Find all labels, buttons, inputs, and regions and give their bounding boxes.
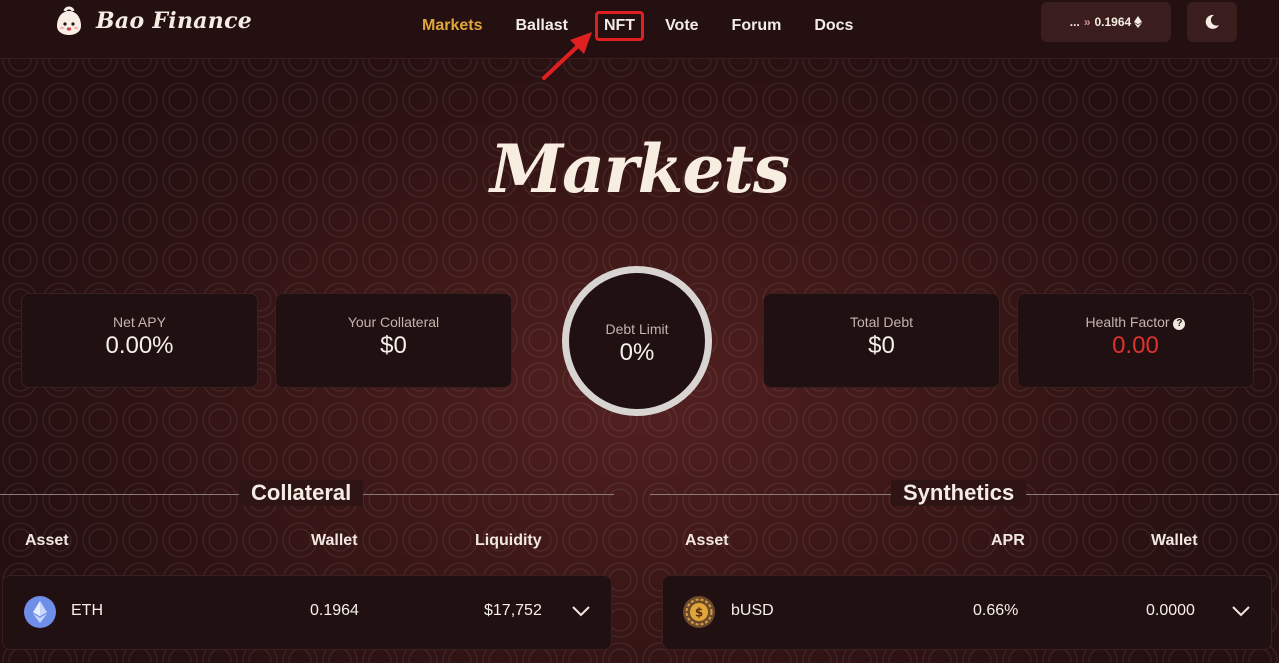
chevron-down-icon[interactable] [572, 606, 590, 617]
health-factor-value: 0.00 [1112, 332, 1159, 359]
nav-markets[interactable]: Markets [422, 17, 482, 35]
synthetics-wallet-value: 0.0000 [1146, 602, 1195, 619]
collateral-col-asset: Asset [25, 532, 69, 549]
brand-name: Bao Finance [96, 8, 253, 34]
synthetics-col-asset: Asset [685, 532, 729, 549]
ethereum-icon [1134, 16, 1143, 28]
ethereum-icon [24, 596, 56, 628]
synthetics-apr-value: 0.66% [973, 602, 1019, 619]
page-title: Markets [490, 130, 790, 208]
moon-icon [1205, 14, 1219, 29]
main-nav: Markets Ballast NFT Vote Forum Docs [422, 11, 886, 41]
net-apy-card: Net APY 0.00% [21, 293, 258, 388]
health-factor-header: Health Factor ? [1018, 314, 1253, 330]
theme-toggle-button[interactable] [1187, 2, 1237, 42]
total-debt-card: Total Debt $0 [763, 293, 1000, 388]
brand-logo[interactable]: Bao Finance [52, 4, 252, 38]
synthetics-row-busd[interactable]: $ bUSD 0.66% 0.0000 [662, 575, 1272, 650]
synthetics-title: Synthetics [891, 480, 1027, 506]
health-factor-card: Health Factor ? 0.00 [1017, 293, 1254, 388]
nav-nft[interactable]: NFT [594, 11, 645, 41]
debt-limit-ring: Debt Limit 0% [562, 266, 712, 416]
collateral-col-liquidity: Liquidity [475, 532, 542, 549]
total-debt-value: $0 [868, 332, 895, 359]
total-debt-label: Total Debt [849, 314, 914, 330]
wallet-button[interactable]: ... » 0.1964 [1041, 2, 1171, 42]
top-navbar: Bao Finance Markets Ballast NFT Vote For… [0, 0, 1279, 59]
wallet-separator: » [1083, 15, 1091, 29]
busd-icon: $ [683, 596, 715, 628]
collateral-asset-name: ETH [71, 602, 103, 619]
annotation-arrow-icon [542, 32, 592, 80]
nav-vote[interactable]: Vote [665, 17, 698, 35]
collateral-row-eth[interactable]: ETH 0.1964 $17,752 [2, 575, 612, 650]
wallet-balance: 0.1964 [1094, 15, 1132, 29]
synthetics-col-wallet: Wallet [1151, 532, 1198, 549]
bao-logo-icon [57, 6, 81, 35]
collateral-liquidity-value: $17,752 [484, 602, 542, 619]
net-apy-value: 0.00% [105, 332, 174, 359]
question-circle-icon[interactable]: ? [1173, 318, 1186, 330]
collateral-col-wallet: Wallet [311, 532, 358, 549]
wallet-address: ... [1069, 15, 1080, 29]
synthetics-col-apr: APR [991, 532, 1025, 549]
debt-limit-value: 0% [619, 339, 655, 366]
debt-limit-label: Debt Limit [605, 321, 669, 337]
nav-docs[interactable]: Docs [814, 17, 853, 35]
synthetics-asset-name: bUSD [731, 602, 774, 619]
collateral-title: Collateral [239, 480, 364, 506]
nav-forum[interactable]: Forum [732, 17, 782, 35]
collateral-value: $0 [380, 332, 407, 359]
svg-text:$: $ [695, 606, 703, 620]
chevron-down-icon[interactable] [1232, 606, 1250, 617]
collateral-card: Your Collateral $0 [275, 293, 512, 388]
health-factor-label: Health Factor [1085, 314, 1170, 330]
net-apy-label: Net APY [113, 314, 166, 330]
collateral-label: Your Collateral [347, 314, 440, 330]
collateral-wallet-value: 0.1964 [310, 602, 359, 619]
